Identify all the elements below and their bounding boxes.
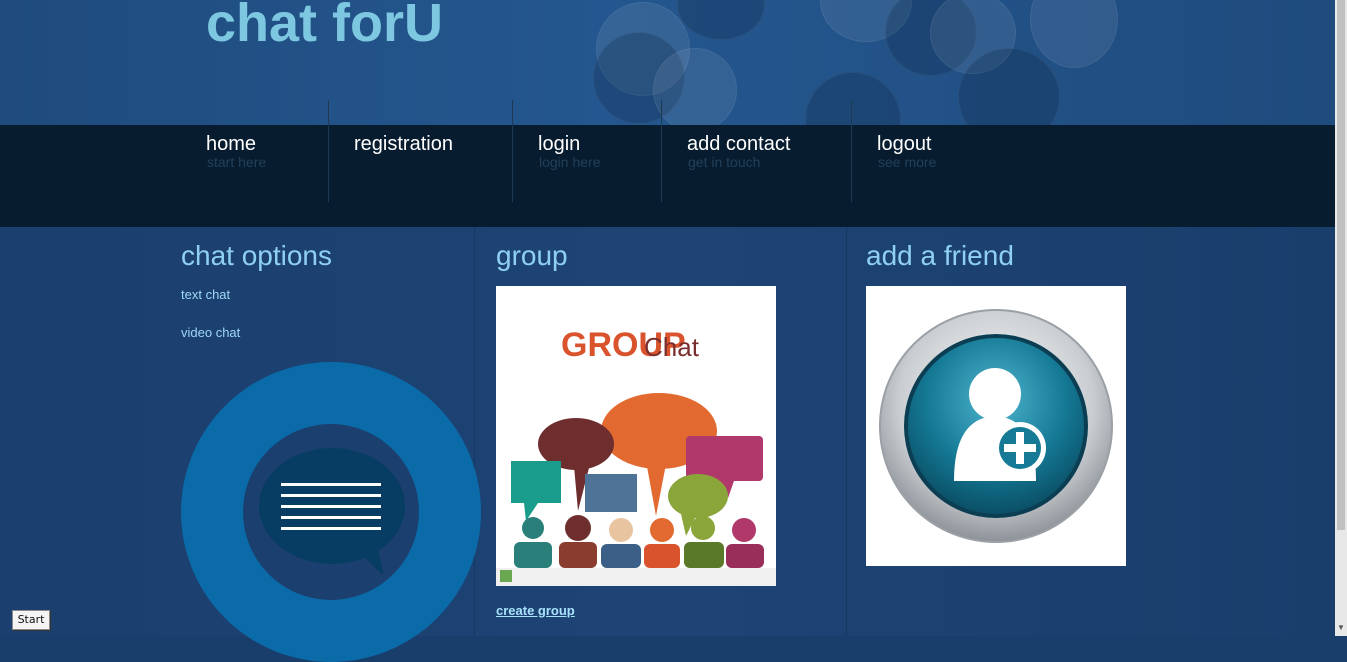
- nav-sublabel: get in touch: [688, 154, 761, 170]
- column-divider: [474, 227, 475, 636]
- nav-divider: [661, 100, 662, 202]
- add-friend-title: add a friend: [866, 240, 1014, 271]
- nav-label[interactable]: login: [538, 133, 580, 156]
- nav-label[interactable]: logout: [877, 133, 932, 156]
- video-chat-link[interactable]: video chat: [181, 325, 240, 340]
- nav-label[interactable]: add contact: [687, 133, 790, 156]
- start-button[interactable]: Start: [12, 610, 50, 630]
- nav-item-login[interactable]: login login here: [538, 125, 658, 203]
- speech-bubble-icon: [259, 448, 405, 574]
- nav-divider: [328, 100, 329, 202]
- nav-sublabel: login here: [539, 154, 601, 170]
- text-chat-link[interactable]: text chat: [181, 287, 230, 302]
- nav-item-add-contact[interactable]: add contact get in touch: [687, 125, 847, 203]
- scrollbar-thumb[interactable]: [1337, 0, 1345, 530]
- group-title: group: [496, 240, 568, 271]
- nav-sublabel: see more: [878, 154, 937, 170]
- svg-text:Chat: Chat: [644, 332, 700, 362]
- decorative-bubble: [1030, 0, 1118, 68]
- scroll-down-arrow-icon[interactable]: ▼: [1337, 622, 1345, 634]
- chat-options-title: chat options: [181, 240, 332, 271]
- group-chat-illustration: GROUP Chat: [496, 326, 776, 586]
- nav-item-registration[interactable]: registration: [354, 125, 504, 203]
- nav-item-logout[interactable]: logout see more: [877, 125, 997, 203]
- group-chat-image: GROUP Chat: [496, 286, 776, 586]
- column-divider: [846, 227, 847, 636]
- nav-label[interactable]: home: [206, 133, 256, 156]
- site-header: chat forU: [0, 0, 1335, 125]
- main-nav: home start here registration login login…: [0, 100, 1335, 227]
- nav-label[interactable]: registration: [354, 133, 453, 156]
- create-group-link[interactable]: create group: [496, 603, 575, 618]
- decorative-bubble: [653, 48, 737, 125]
- add-user-icon: [879, 309, 1113, 543]
- nav-item-home[interactable]: home start here: [206, 125, 326, 203]
- decorative-bubble: [805, 72, 901, 125]
- decorative-bubble: [677, 0, 765, 40]
- add-friend-image[interactable]: [866, 286, 1126, 566]
- nav-divider: [512, 100, 513, 202]
- nav-sublabel: start here: [207, 154, 267, 170]
- site-title: chat forU: [206, 0, 444, 53]
- nav-divider: [851, 100, 852, 202]
